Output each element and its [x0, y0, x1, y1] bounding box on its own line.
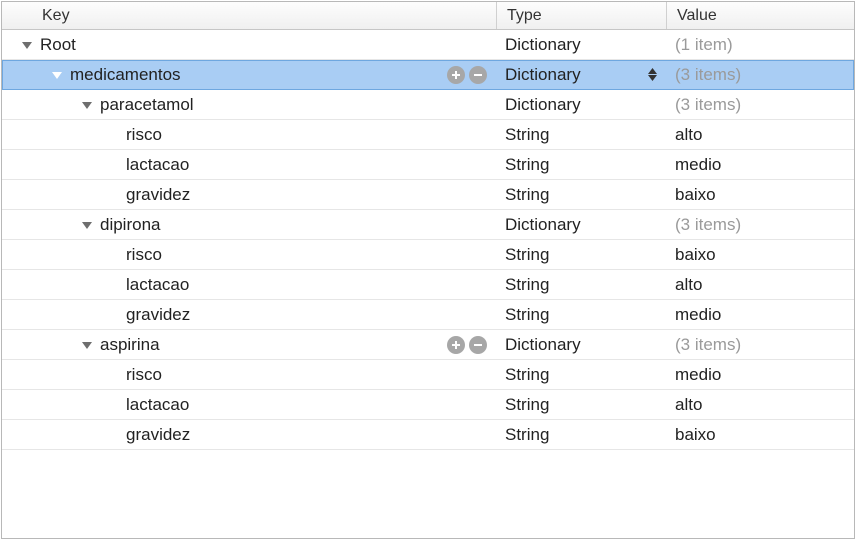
type-text: String: [505, 305, 549, 325]
row-paracetamol-gravidez[interactable]: gravidez String baixo: [2, 180, 854, 210]
key-text: risco: [126, 365, 162, 385]
value-text: baixo: [675, 245, 716, 265]
rows-container: Root Dictionary (1 item) medicamentos: [2, 30, 854, 450]
row-root[interactable]: Root Dictionary (1 item): [2, 30, 854, 60]
type-text: String: [505, 425, 549, 445]
value-text: medio: [675, 155, 721, 175]
type-text: String: [505, 125, 549, 145]
row-dipirona-lactacao[interactable]: lactacao String alto: [2, 270, 854, 300]
key-text: risco: [126, 125, 162, 145]
remove-item-button[interactable]: [469, 66, 487, 84]
type-text: String: [505, 365, 549, 385]
column-header-type[interactable]: Type: [497, 2, 667, 29]
key-text: gravidez: [126, 305, 190, 325]
row-aspirina-gravidez[interactable]: gravidez String baixo: [2, 420, 854, 450]
column-headers: Key Type Value: [2, 2, 854, 30]
key-text: medicamentos: [70, 65, 181, 85]
value-text: (1 item): [675, 35, 733, 55]
key-text: aspirina: [100, 335, 160, 355]
column-header-type-label: Type: [507, 7, 542, 25]
type-text: String: [505, 185, 549, 205]
value-text: baixo: [675, 185, 716, 205]
add-item-button[interactable]: [447, 336, 465, 354]
type-stepper-icon[interactable]: [648, 68, 657, 81]
type-text: Dictionary: [505, 95, 581, 115]
disclosure-triangle-icon[interactable]: [80, 338, 94, 352]
type-text: String: [505, 155, 549, 175]
value-text: (3 items): [675, 65, 741, 85]
value-text: (3 items): [675, 95, 741, 115]
type-text: Dictionary: [505, 215, 581, 235]
value-text: (3 items): [675, 335, 741, 355]
add-item-button[interactable]: [447, 66, 465, 84]
type-text: Dictionary: [505, 335, 581, 355]
key-text: gravidez: [126, 425, 190, 445]
value-text: medio: [675, 305, 721, 325]
type-text: String: [505, 245, 549, 265]
column-header-value-label: Value: [677, 7, 717, 25]
type-text: Dictionary: [505, 65, 581, 85]
key-text: Root: [40, 35, 76, 55]
key-text: dipirona: [100, 215, 161, 235]
column-header-value[interactable]: Value: [667, 2, 854, 29]
row-paracetamol-risco[interactable]: risco String alto: [2, 120, 854, 150]
remove-item-button[interactable]: [469, 336, 487, 354]
disclosure-triangle-icon[interactable]: [80, 218, 94, 232]
type-text: String: [505, 395, 549, 415]
row-paracetamol-lactacao[interactable]: lactacao String medio: [2, 150, 854, 180]
key-text: lactacao: [126, 275, 189, 295]
value-text: alto: [675, 395, 702, 415]
row-dipirona-risco[interactable]: risco String baixo: [2, 240, 854, 270]
type-text: String: [505, 275, 549, 295]
disclosure-triangle-icon[interactable]: [20, 38, 34, 52]
disclosure-triangle-icon[interactable]: [50, 68, 64, 82]
key-text: gravidez: [126, 185, 190, 205]
key-text: risco: [126, 245, 162, 265]
row-paracetamol[interactable]: paracetamol Dictionary (3 items): [2, 90, 854, 120]
column-header-key[interactable]: Key: [2, 2, 497, 29]
value-text: alto: [675, 275, 702, 295]
row-medicamentos[interactable]: medicamentos Dictionary (3 items): [2, 60, 854, 90]
key-text: paracetamol: [100, 95, 194, 115]
value-text: (3 items): [675, 215, 741, 235]
type-text: Dictionary: [505, 35, 581, 55]
key-text: lactacao: [126, 395, 189, 415]
value-text: alto: [675, 125, 702, 145]
plist-editor: Key Type Value Root Dictionary (1 item): [1, 1, 855, 539]
row-dipirona[interactable]: dipirona Dictionary (3 items): [2, 210, 854, 240]
value-text: medio: [675, 365, 721, 385]
key-text: lactacao: [126, 155, 189, 175]
row-dipirona-gravidez[interactable]: gravidez String medio: [2, 300, 854, 330]
value-text: baixo: [675, 425, 716, 445]
column-header-key-label: Key: [42, 7, 70, 25]
row-aspirina-lactacao[interactable]: lactacao String alto: [2, 390, 854, 420]
disclosure-triangle-icon[interactable]: [80, 98, 94, 112]
row-aspirina-risco[interactable]: risco String medio: [2, 360, 854, 390]
row-aspirina[interactable]: aspirina Dictionary (3 items): [2, 330, 854, 360]
